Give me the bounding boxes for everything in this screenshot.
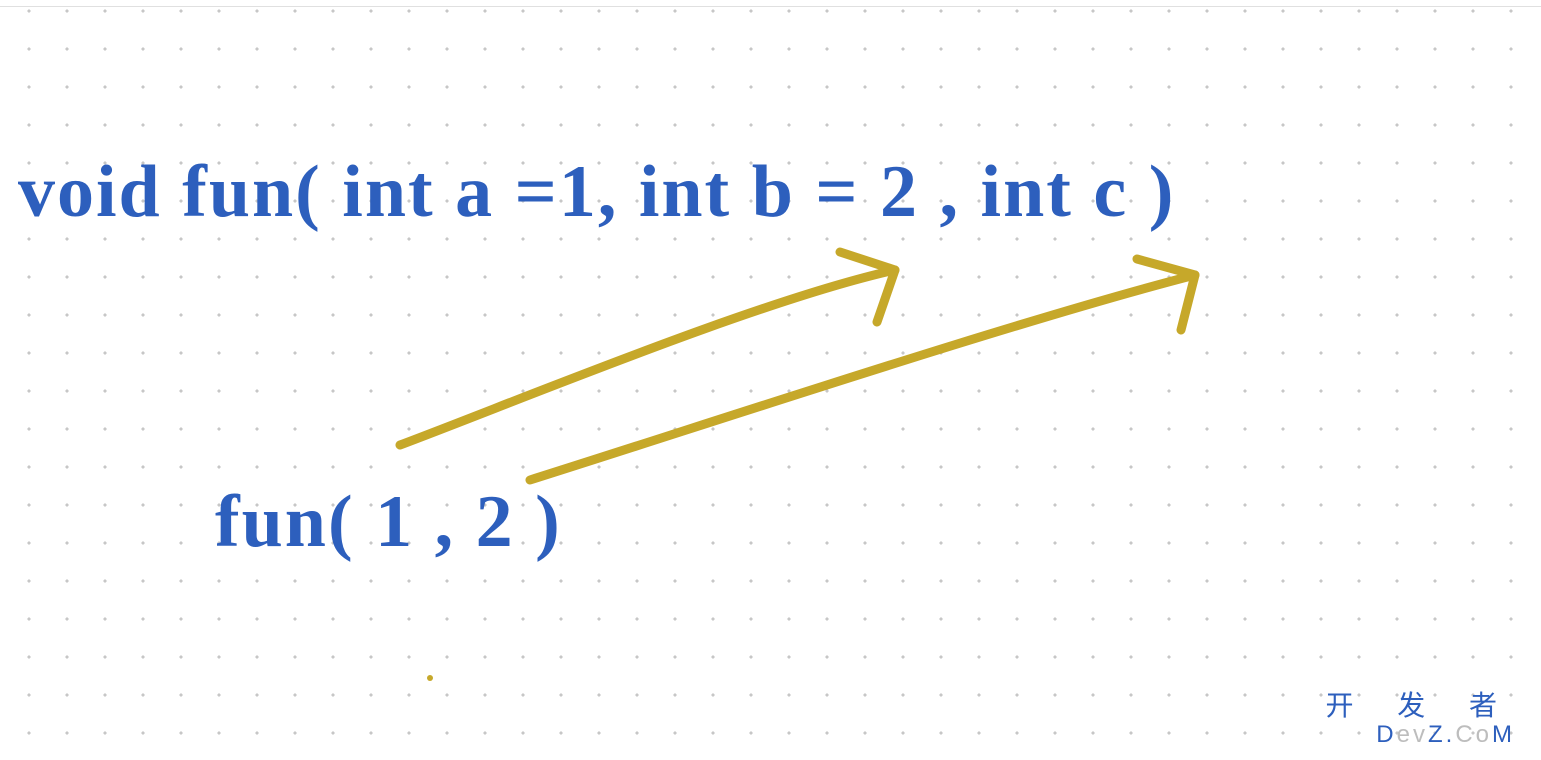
wm-m: M [1492, 721, 1515, 748]
function-call-text: fun( 1 , 2 ) [215, 480, 562, 565]
wm-z: Z. [1428, 721, 1455, 748]
wm-co: Co [1455, 721, 1492, 748]
wm-ev: ev [1397, 721, 1428, 748]
wm-D: D [1376, 721, 1396, 748]
dot-grid-background [0, 0, 1541, 760]
function-declaration-text: void fun( int a =1, int b = 2 , int c ) [18, 150, 1175, 235]
watermark: 开 发 者 DevZ.CoM [1325, 691, 1515, 748]
watermark-cn: 开 发 者 [1325, 691, 1515, 722]
watermark-en: DevZ.CoM [1325, 722, 1515, 748]
